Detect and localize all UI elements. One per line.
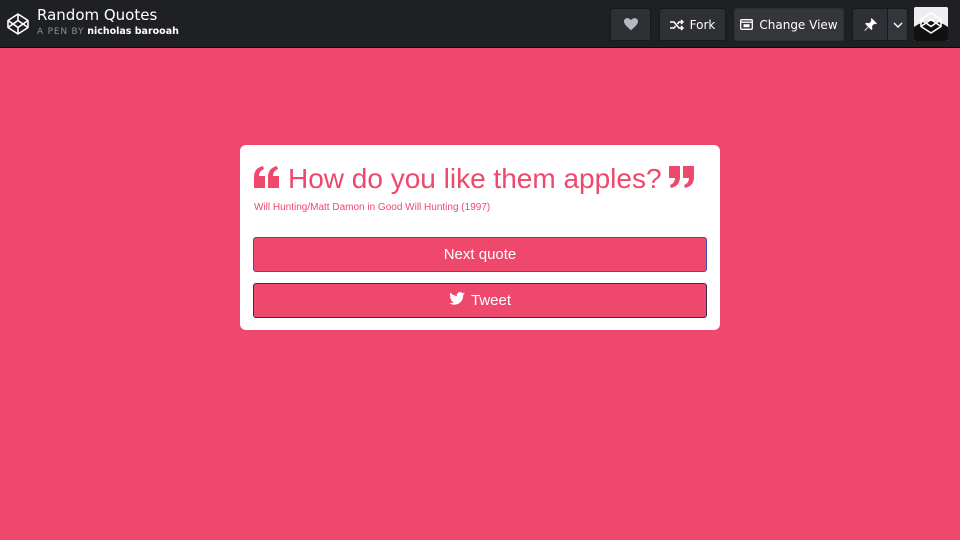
pin-button[interactable]	[852, 8, 888, 41]
quote-right-icon	[668, 165, 695, 193]
user-avatar[interactable]	[914, 7, 948, 41]
fork-button[interactable]: Fork	[659, 8, 726, 41]
codepen-logo-icon[interactable]	[6, 12, 30, 36]
chevron-down-icon	[893, 22, 903, 28]
change-view-label: Change View	[759, 17, 838, 32]
pin-icon	[863, 17, 877, 32]
pin-dropdown-button[interactable]	[888, 8, 908, 41]
quote-left-icon	[254, 165, 280, 193]
fork-label: Fork	[689, 17, 716, 32]
quote-card: How do you like them apples? Will Huntin…	[240, 145, 720, 330]
change-view-button[interactable]: Change View	[734, 8, 844, 41]
pen-title-block: Random Quotes A PEN BY nicholas barooah	[37, 6, 179, 38]
author-link[interactable]: nicholas barooah	[87, 26, 179, 37]
by-prefix: A PEN BY	[37, 27, 85, 37]
heart-button[interactable]	[610, 8, 651, 41]
pen-title[interactable]: Random Quotes	[37, 6, 179, 24]
heart-icon	[623, 18, 638, 31]
next-quote-button[interactable]: Next quote	[253, 237, 707, 272]
top-header: Random Quotes A PEN BY nicholas barooah …	[0, 0, 960, 48]
byline: A PEN BY nicholas barooah	[37, 26, 179, 38]
next-quote-label: Next quote	[443, 246, 517, 263]
tweet-label: Tweet	[470, 292, 512, 309]
change-view-icon	[740, 19, 754, 30]
fork-icon	[669, 18, 684, 31]
tweet-button[interactable]: Tweet	[253, 283, 707, 318]
twitter-bird-icon	[449, 292, 471, 309]
quote-row: How do you like them apples?	[254, 161, 714, 197]
quote-author: Will Hunting/Matt Damon in Good Will Hun…	[254, 202, 491, 213]
quote-text: How do you like them apples?	[288, 163, 662, 194]
